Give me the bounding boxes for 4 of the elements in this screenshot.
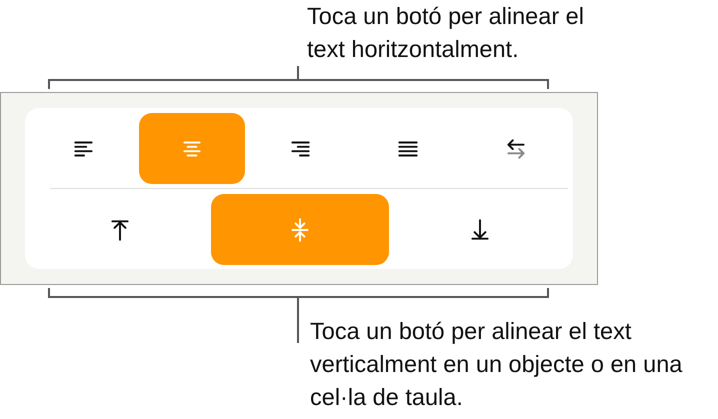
callout-text: Toca un botó per alinear el text horitzontalment. [307, 2, 585, 64]
callout-text: Toca un botó per alinear el text verticalment en un objecte o en una cel·la de taula. [310, 317, 684, 412]
align-button[interactable] [211, 194, 389, 265]
align-button[interactable] [139, 113, 245, 184]
